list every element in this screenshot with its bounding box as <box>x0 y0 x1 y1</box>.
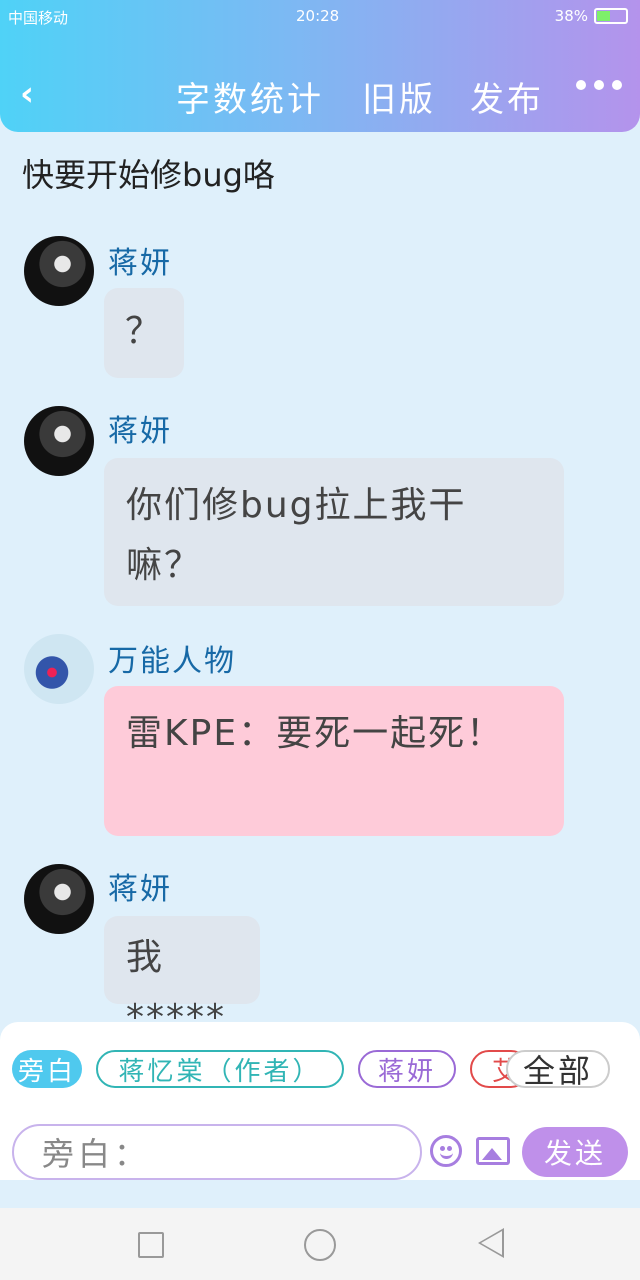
message-bubble: 我***** <box>104 916 260 1038</box>
avatar[interactable] <box>24 864 94 934</box>
role-chip-aside[interactable]: 旁白 <box>12 1050 82 1088</box>
message-bubble: ？ <box>104 288 184 378</box>
sender-name: 蒋妍 <box>108 414 172 449</box>
carrier-label: 中国移动 <box>8 9 69 27</box>
battery-icon <box>594 8 628 24</box>
battery-percent: 38% <box>554 7 588 25</box>
app-header: 中国移动 20:28 38% ‹ 字数统计 旧版 发布 <box>0 0 640 132</box>
send-button[interactable]: 发送 <box>522 1127 628 1177</box>
sender-name: 蒋妍 <box>108 872 172 907</box>
back-button[interactable]: ‹ <box>20 74 34 114</box>
role-chip-author[interactable]: 蒋忆棠（作者） <box>96 1050 344 1088</box>
role-chip-jiang[interactable]: 蒋妍 <box>358 1050 456 1088</box>
avatar[interactable] <box>24 236 94 306</box>
image-icon[interactable] <box>476 1137 510 1165</box>
back-icon[interactable] <box>478 1228 504 1258</box>
nav-bar: ‹ 字数统计 旧版 发布 <box>0 64 640 124</box>
status-bar: 中国移动 20:28 38% <box>0 0 640 34</box>
avatar[interactable] <box>24 406 94 476</box>
message-input[interactable]: 旁白： <box>12 1124 422 1180</box>
word-count-button[interactable]: 字数统计 <box>176 72 324 121</box>
clock: 20:28 <box>296 7 340 25</box>
battery-status: 38% <box>555 7 628 25</box>
message-bubble: 雷KPE：要死一起死！ <box>104 686 564 836</box>
recent-apps-icon[interactable] <box>138 1232 164 1258</box>
more-icon[interactable] <box>576 80 622 90</box>
message-bubble: 你们修bug拉上我干嘛？ <box>104 458 564 606</box>
publish-button[interactable]: 发布 <box>470 72 544 121</box>
home-icon[interactable] <box>304 1229 336 1261</box>
all-roles-button[interactable]: 全部 <box>506 1050 610 1090</box>
avatar[interactable] <box>24 634 94 704</box>
system-nav-bar <box>0 1208 640 1280</box>
chat-title: 快要开始修bug咯 <box>22 156 275 194</box>
emoji-icon[interactable] <box>430 1135 462 1167</box>
old-version-button[interactable]: 旧版 <box>362 72 436 121</box>
sender-name: 蒋妍 <box>108 246 172 281</box>
sender-name: 万能人物 <box>108 644 236 679</box>
